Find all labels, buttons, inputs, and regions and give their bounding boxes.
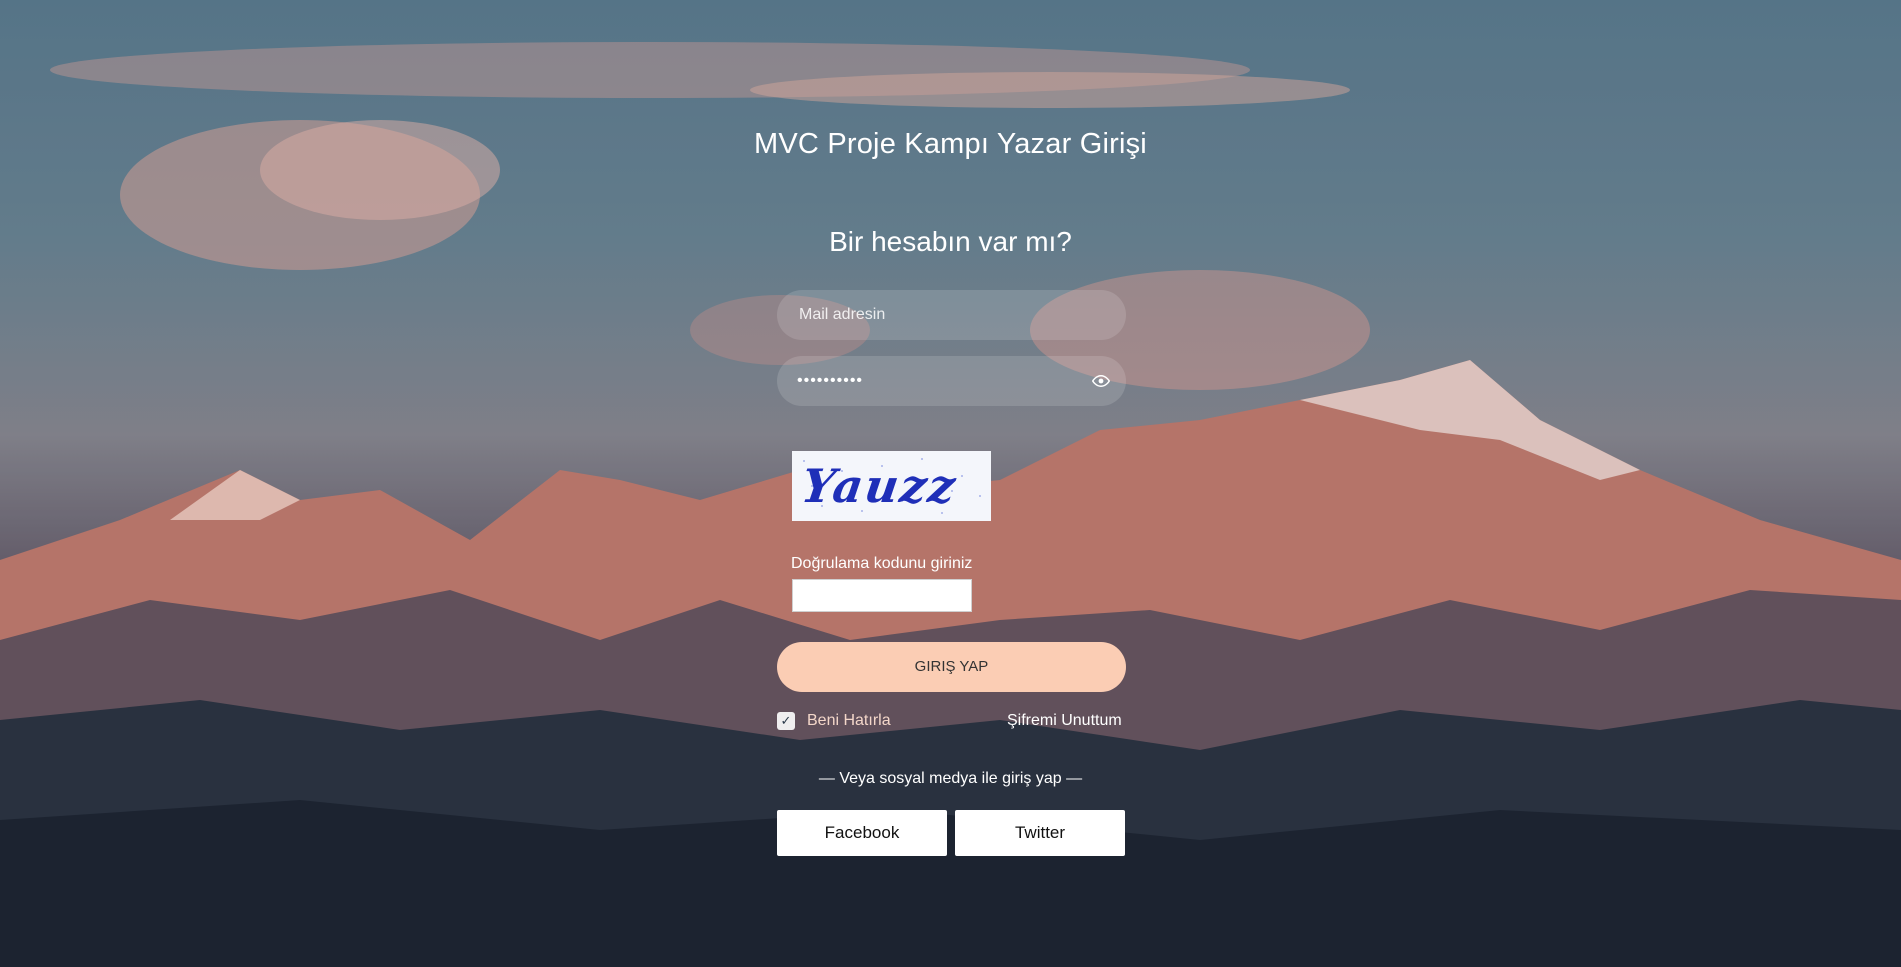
captcha-text: Yauzz	[798, 459, 961, 513]
twitter-button[interactable]: Twitter	[955, 810, 1125, 856]
eye-icon[interactable]	[1091, 372, 1111, 390]
forgot-password-link[interactable]: Şifremi Unuttum	[1007, 712, 1122, 730]
verify-label: Doğrulama kodunu giriniz	[791, 555, 973, 572]
email-field[interactable]	[777, 290, 1126, 340]
password-field[interactable]: ••••••••••	[777, 356, 1126, 406]
captcha-image: Yauzz	[792, 451, 991, 521]
login-page: MVC Proje Kampı Yazar Girişi Bir hesabın…	[0, 0, 1901, 967]
email-input[interactable]	[797, 305, 1106, 325]
social-login-label: — Veya sosyal medya ile giriş yap —	[818, 770, 1083, 787]
password-input[interactable]: ••••••••••	[797, 372, 863, 390]
facebook-button[interactable]: Facebook	[777, 810, 947, 856]
remember-me[interactable]: ✓ Beni Hatırla	[777, 712, 891, 730]
page-title: MVC Proje Kampı Yazar Girişi	[754, 128, 1147, 160]
login-subtitle: Bir hesabın var mı?	[829, 226, 1072, 257]
remember-label: Beni Hatırla	[807, 712, 891, 729]
login-button[interactable]: GIRIŞ YAP	[777, 642, 1126, 692]
remember-checkbox[interactable]: ✓	[777, 712, 795, 730]
verify-code-input[interactable]	[792, 579, 972, 612]
